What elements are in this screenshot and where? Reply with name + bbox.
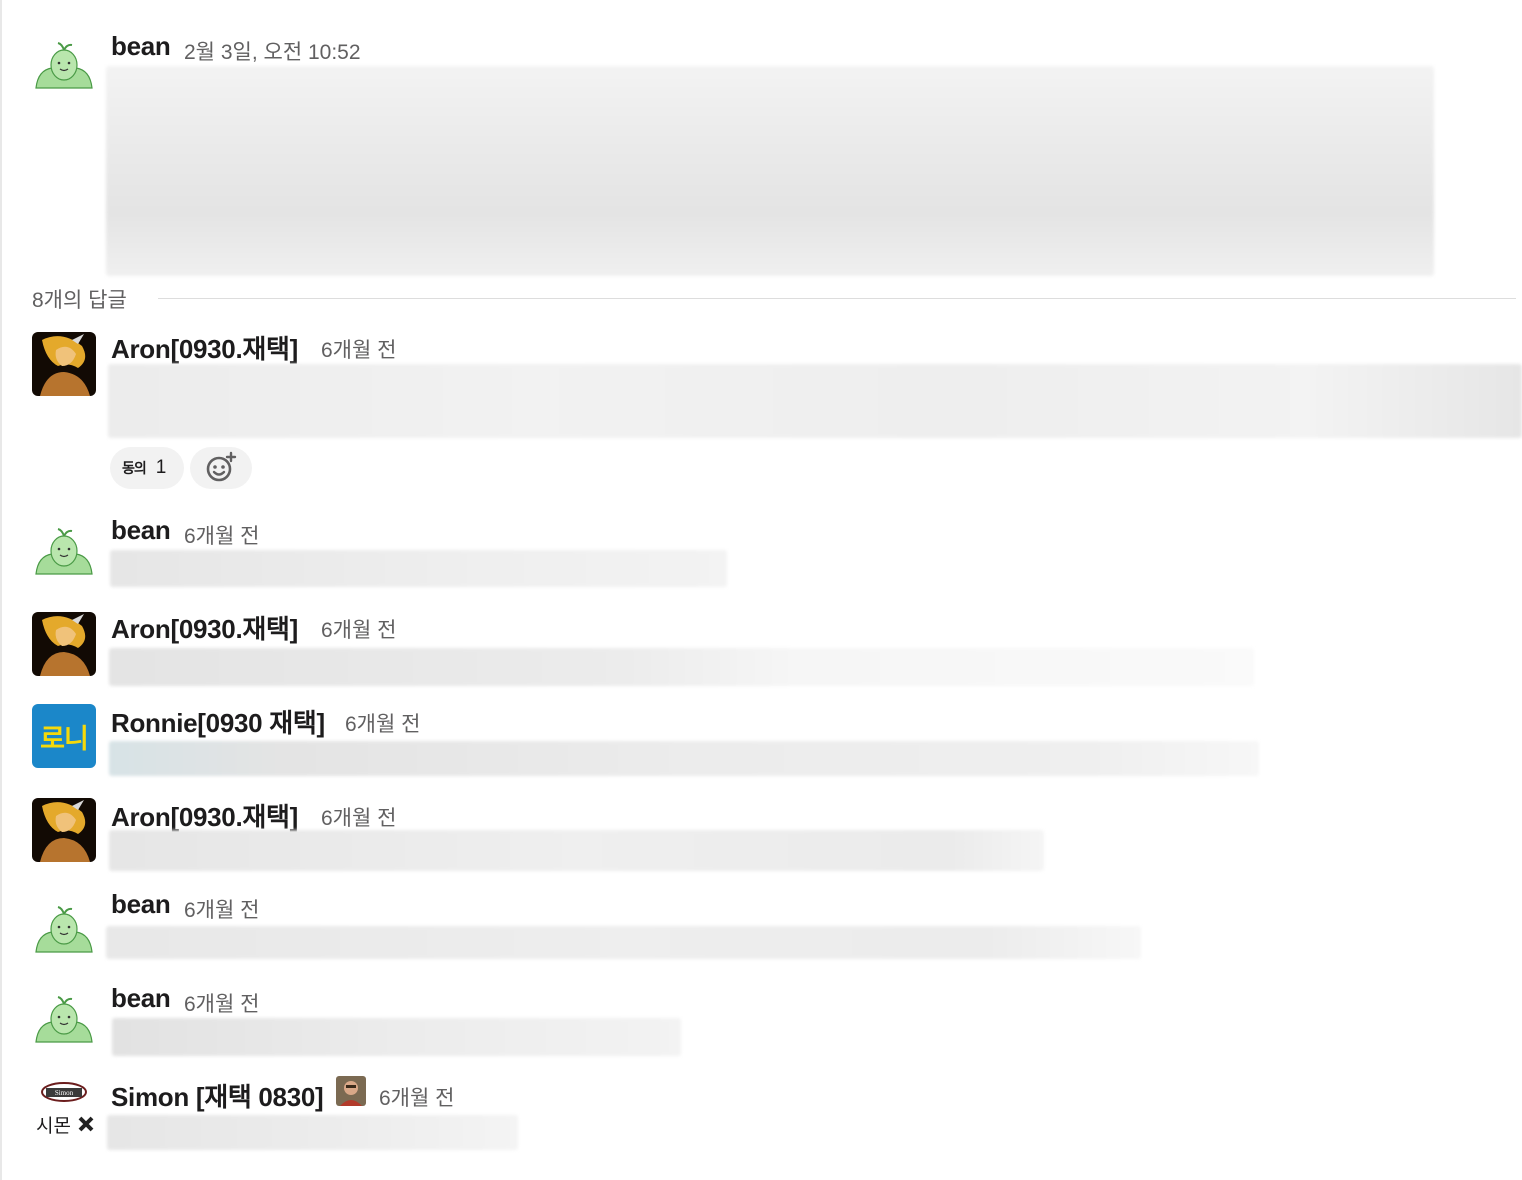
ronnie-avatar-text: 로니 bbox=[40, 723, 89, 754]
replies-count-label: 8개의 답글 bbox=[32, 289, 127, 312]
message-timestamp[interactable]: 6개월 전 bbox=[321, 614, 396, 644]
message-timestamp[interactable]: 6개월 전 bbox=[184, 894, 259, 924]
avatar-aron[interactable] bbox=[32, 612, 96, 676]
message-timestamp[interactable]: 6개월 전 bbox=[379, 1082, 454, 1112]
avatar-bean[interactable] bbox=[32, 30, 96, 94]
reaction-pill[interactable]: 동의 1 bbox=[110, 447, 184, 489]
message-timestamp[interactable]: 6개월 전 bbox=[345, 708, 420, 738]
aron-avatar-icon bbox=[32, 332, 96, 396]
message-body-redacted bbox=[106, 66, 1434, 276]
message-timestamp[interactable]: 6개월 전 bbox=[321, 334, 396, 364]
message-body-redacted bbox=[109, 741, 1259, 776]
reaction-count: 1 bbox=[155, 457, 167, 478]
add-reaction-button[interactable] bbox=[190, 447, 252, 489]
message-body-redacted bbox=[107, 1115, 518, 1150]
avatar-bean[interactable] bbox=[32, 894, 96, 958]
bean-avatar-icon bbox=[35, 996, 93, 1043]
message-body-redacted bbox=[110, 550, 727, 587]
message-body-redacted bbox=[112, 1018, 681, 1056]
avatar-bean[interactable] bbox=[32, 984, 96, 1048]
reaction-emoji: 동의 bbox=[122, 460, 147, 476]
avatar-aron[interactable] bbox=[32, 332, 96, 396]
message-body-redacted bbox=[109, 830, 1044, 871]
thread-left-border bbox=[0, 0, 2, 1180]
message-timestamp[interactable]: 6개월 전 bbox=[321, 802, 396, 832]
message-author[interactable]: Aron[0930.재택] bbox=[111, 329, 298, 366]
message-author[interactable]: Aron[0930.재택] bbox=[111, 797, 298, 834]
simon-avatar-icon: Simon 시몬 bbox=[36, 1082, 94, 1137]
message-author[interactable]: Aron[0930.재택] bbox=[111, 609, 298, 646]
avatar-simon[interactable]: Simon 시몬 bbox=[32, 1080, 96, 1138]
message-author[interactable]: bean bbox=[111, 515, 171, 546]
simon-avatar-text: 시몬 bbox=[36, 1115, 71, 1137]
message-author[interactable]: Simon [재택 0830] bbox=[111, 1077, 324, 1114]
avatar-aron[interactable] bbox=[32, 798, 96, 862]
message-author[interactable]: bean bbox=[111, 31, 171, 62]
message-author[interactable]: bean bbox=[111, 889, 171, 920]
avatar-ronnie[interactable]: 로니 bbox=[32, 704, 96, 768]
simon-badge-text: Simon bbox=[55, 1089, 74, 1097]
message-timestamp[interactable]: 6개월 전 bbox=[184, 520, 259, 550]
aron-avatar-icon bbox=[32, 612, 96, 676]
avatar-bean[interactable] bbox=[32, 516, 96, 580]
person-photo-icon bbox=[336, 1076, 366, 1106]
bean-avatar-icon bbox=[35, 906, 93, 953]
replies-divider bbox=[158, 298, 1516, 299]
message-body-redacted bbox=[109, 648, 1254, 686]
bean-avatar-icon bbox=[35, 528, 93, 575]
message-timestamp[interactable]: 6개월 전 bbox=[184, 988, 259, 1018]
custom-status-emoji[interactable] bbox=[336, 1076, 366, 1106]
message-body-redacted bbox=[106, 926, 1141, 959]
aron-avatar-icon bbox=[32, 798, 96, 862]
message-timestamp[interactable]: 2월 3일, 오전 10:52 bbox=[184, 36, 361, 66]
message-author[interactable]: Ronnie[0930 재택] bbox=[111, 703, 325, 740]
bean-avatar-icon bbox=[35, 42, 93, 89]
message-author[interactable]: bean bbox=[111, 983, 171, 1014]
add-emoji-icon bbox=[206, 451, 237, 482]
message-body-redacted bbox=[108, 364, 1522, 438]
